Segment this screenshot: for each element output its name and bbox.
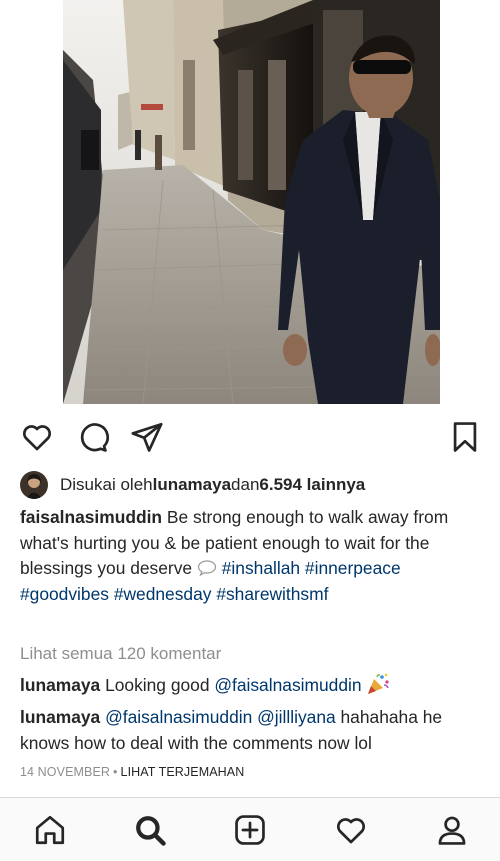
nav-search[interactable] <box>130 810 170 850</box>
profile-icon <box>438 816 466 845</box>
search-icon <box>136 816 166 846</box>
post-photo[interactable] <box>63 0 440 404</box>
comment-item: lunamaya @faisalnasimuddin @jillliyana h… <box>20 704 490 756</box>
nav-profile[interactable] <box>432 810 472 850</box>
likes-prefix: Disukai oleh <box>60 475 153 494</box>
party-popper-emoji <box>366 673 390 695</box>
home-icon <box>35 815 65 845</box>
comment-bubble-icon <box>80 423 109 452</box>
post-meta: 14 NOVEMBER • LIHAT TERJEMAHAN <box>20 765 244 779</box>
bottom-navigation <box>0 797 500 861</box>
comment-username[interactable]: lunamaya <box>20 675 100 695</box>
nav-home[interactable] <box>30 810 70 850</box>
hashtag-link[interactable]: #sharewithsmf <box>216 584 328 604</box>
post-actions <box>0 414 500 460</box>
save-button[interactable] <box>446 418 484 456</box>
post-date: 14 NOVEMBER <box>20 765 111 779</box>
hashtag-link[interactable]: #inshallah <box>222 558 300 578</box>
comment-item: lunamaya Looking good @faisalnasimuddin <box>20 672 490 698</box>
street-photo <box>63 0 440 404</box>
nav-activity[interactable] <box>331 810 371 850</box>
view-all-comments-link[interactable]: Lihat semua 120 komentar <box>20 644 221 664</box>
nav-new-post[interactable] <box>230 810 270 850</box>
post-caption: faisalnasimuddin Be strong enough to wal… <box>20 505 490 608</box>
hashtag-link[interactable]: #wednesday <box>114 584 212 604</box>
likes-count[interactable]: 6.594 lainnya <box>259 475 365 495</box>
see-translation-link[interactable]: LIHAT TERJEMAHAN <box>121 765 245 779</box>
speech-bubble-emoji <box>197 558 217 577</box>
bookmark-icon <box>453 422 477 452</box>
new-post-icon <box>235 815 265 845</box>
share-button[interactable] <box>128 418 166 456</box>
caption-username[interactable]: faisalnasimuddin <box>20 507 162 527</box>
meta-separator: • <box>113 765 118 779</box>
hashtag-link[interactable]: #innerpeace <box>305 558 401 578</box>
avatar-image <box>20 471 48 499</box>
liker-username[interactable]: lunamaya <box>153 475 231 495</box>
mention-link[interactable]: @faisalnasimuddin <box>105 707 252 727</box>
likes-summary[interactable]: Disukai oleh lunamaya dan 6.594 lainnya <box>20 471 365 499</box>
comment-username[interactable]: lunamaya <box>20 707 100 727</box>
hashtag-link[interactable]: #goodvibes <box>20 584 109 604</box>
paper-plane-icon <box>131 422 163 452</box>
activity-heart-icon <box>337 818 365 844</box>
like-button[interactable] <box>18 418 56 456</box>
comment-text: Looking good <box>100 675 215 695</box>
mention-link[interactable]: @jillliyana <box>257 707 336 727</box>
comment-button[interactable] <box>73 418 111 456</box>
likes-middle: dan <box>231 475 260 494</box>
heart-outline-icon <box>23 425 51 451</box>
mention-link[interactable]: @faisalnasimuddin <box>214 675 361 695</box>
liker-avatar[interactable] <box>20 471 48 499</box>
